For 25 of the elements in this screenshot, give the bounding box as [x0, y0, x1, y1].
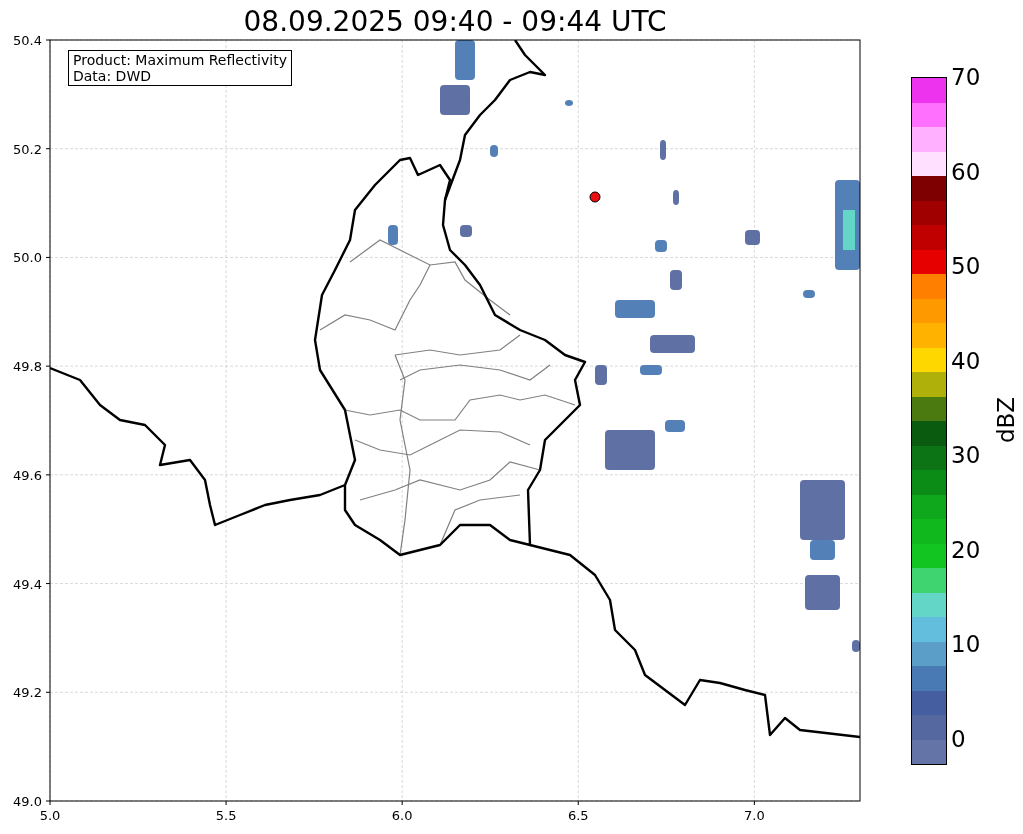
- x-tick-label: 5.5: [215, 808, 237, 823]
- y-tick-label: 50.0: [13, 250, 42, 266]
- x-tick-label: 7.0: [744, 808, 765, 823]
- y-tick-label: 49.8: [13, 359, 42, 375]
- colorbar-tick-label: 40: [951, 348, 981, 373]
- y-tick-label: 49.2: [13, 685, 42, 701]
- colorbar-tick-label: 30: [951, 443, 981, 468]
- colorbar-label: dBZ: [993, 396, 1020, 444]
- info-text: Data: DWD: [73, 68, 152, 84]
- colorbar-tick-label: 10: [951, 632, 981, 657]
- y-tick-label: 50.4: [13, 33, 42, 48]
- colorbar-tick-label: 50: [951, 254, 981, 279]
- y-tick-label: 49.4: [13, 576, 42, 592]
- colorbar-tick-label: 20: [951, 537, 981, 562]
- y-tick-label: 49.0: [13, 794, 42, 809]
- x-tick-label: 5.0: [39, 808, 61, 823]
- info-text: Product: Maximum Reflectivity: [73, 52, 287, 68]
- y-tick-label: 50.2: [13, 141, 42, 157]
- colorbar-tick-label: 0: [951, 726, 967, 751]
- x-tick-label: 6.5: [567, 808, 589, 823]
- colorbar-tick-label: 70: [951, 65, 981, 89]
- colorbar-tick-label: 60: [951, 159, 981, 184]
- x-tick-label: 6.0: [391, 808, 413, 823]
- y-tick-label: 49.6: [13, 467, 42, 483]
- chart-title: 08.09.2025 09:40 - 09:44 UTC: [242, 4, 668, 40]
